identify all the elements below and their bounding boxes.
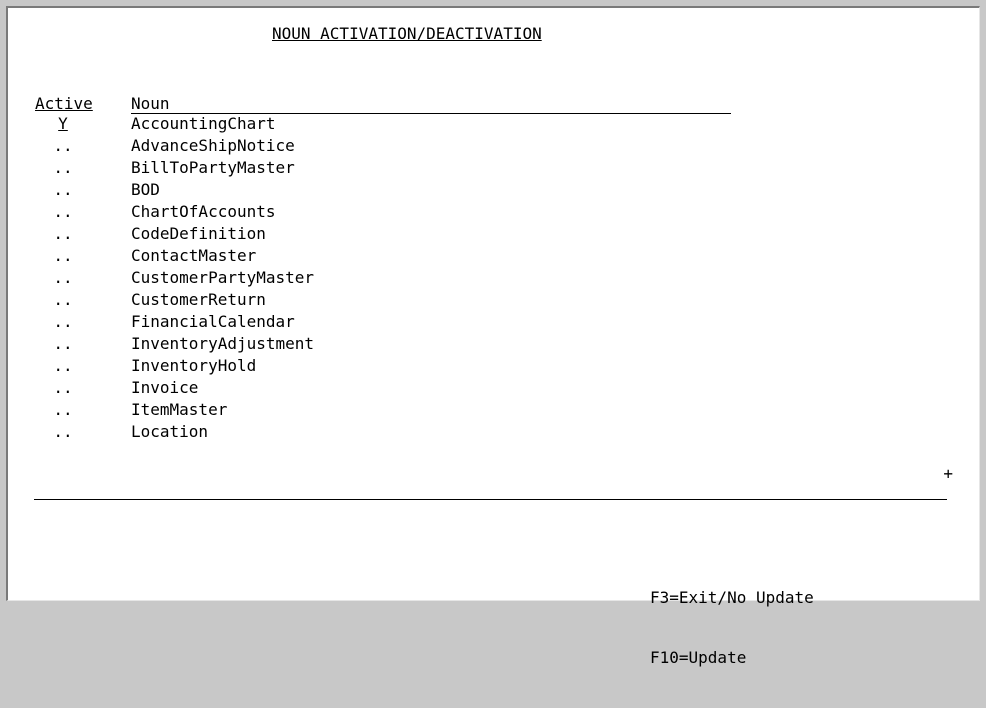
active-field[interactable]: .. [50, 334, 76, 354]
active-field[interactable]: .. [50, 268, 76, 288]
list-item: .. AdvanceShipNotice [8, 136, 968, 158]
function-key-legend: F3=Exit/No Update F10=Update [650, 548, 814, 708]
active-field[interactable]: .. [50, 356, 76, 376]
noun-name: Location [131, 422, 209, 441]
terminal-screen: NOUN ACTIVATION/DEACTIVATION Active Noun… [6, 6, 980, 667]
list-item: .. FinancialCalendar [8, 312, 968, 334]
noun-name: BOD [131, 180, 160, 199]
active-field[interactable]: .. [50, 422, 76, 442]
active-field[interactable]: .. [50, 180, 76, 200]
active-field[interactable]: .. [50, 202, 76, 222]
list-item: .. BOD [8, 180, 968, 202]
list-item: .. CustomerReturn [8, 290, 968, 312]
active-field[interactable]: .. [50, 290, 76, 310]
list-item: .. ChartOfAccounts [8, 202, 968, 224]
list-item: .. InventoryAdjustment [8, 334, 968, 356]
list-item: .. Invoice [8, 378, 968, 400]
active-field[interactable]: Y [50, 114, 76, 134]
list-item: .. CustomerPartyMaster [8, 268, 968, 290]
list-item: .. InventoryHold [8, 356, 968, 378]
screen-title: NOUN ACTIVATION/DEACTIVATION [272, 24, 542, 43]
noun-name: CodeDefinition [131, 224, 266, 243]
noun-name: CustomerPartyMaster [131, 268, 315, 287]
column-header-active: Active [35, 94, 93, 113]
list-item: .. ContactMaster [8, 246, 968, 268]
noun-name: AdvanceShipNotice [131, 136, 295, 155]
list-item: .. CodeDefinition [8, 224, 968, 246]
more-records-indicator: + [943, 464, 953, 483]
active-field[interactable]: .. [50, 246, 76, 266]
list-item: .. ItemMaster [8, 400, 968, 422]
active-field[interactable]: .. [50, 224, 76, 244]
active-field[interactable]: .. [50, 400, 76, 420]
f3-exit-no-update-key[interactable]: F3=Exit/No Update [650, 588, 814, 608]
noun-name: InventoryAdjustment [131, 334, 315, 353]
noun-name: ChartOfAccounts [131, 202, 276, 221]
noun-name: CustomerReturn [131, 290, 266, 309]
active-field[interactable]: .. [50, 312, 76, 332]
active-field[interactable]: .. [50, 378, 76, 398]
noun-name: AccountingChart [131, 114, 276, 133]
f10-update-key[interactable]: F10=Update [650, 648, 814, 668]
noun-name: FinancialCalendar [131, 312, 295, 331]
noun-name: ItemMaster [131, 400, 228, 419]
list-item: Y AccountingChart [8, 114, 968, 136]
active-field[interactable]: .. [50, 158, 76, 178]
active-field[interactable]: .. [50, 136, 76, 156]
list-item: .. Location [8, 422, 968, 444]
column-header-noun: Noun [131, 94, 170, 113]
noun-name: ContactMaster [131, 246, 257, 265]
noun-name: BillToPartyMaster [131, 158, 295, 177]
noun-name: Invoice [131, 378, 199, 397]
list-item: .. BillToPartyMaster [8, 158, 968, 180]
noun-name: InventoryHold [131, 356, 257, 375]
bottom-divider [34, 499, 947, 500]
